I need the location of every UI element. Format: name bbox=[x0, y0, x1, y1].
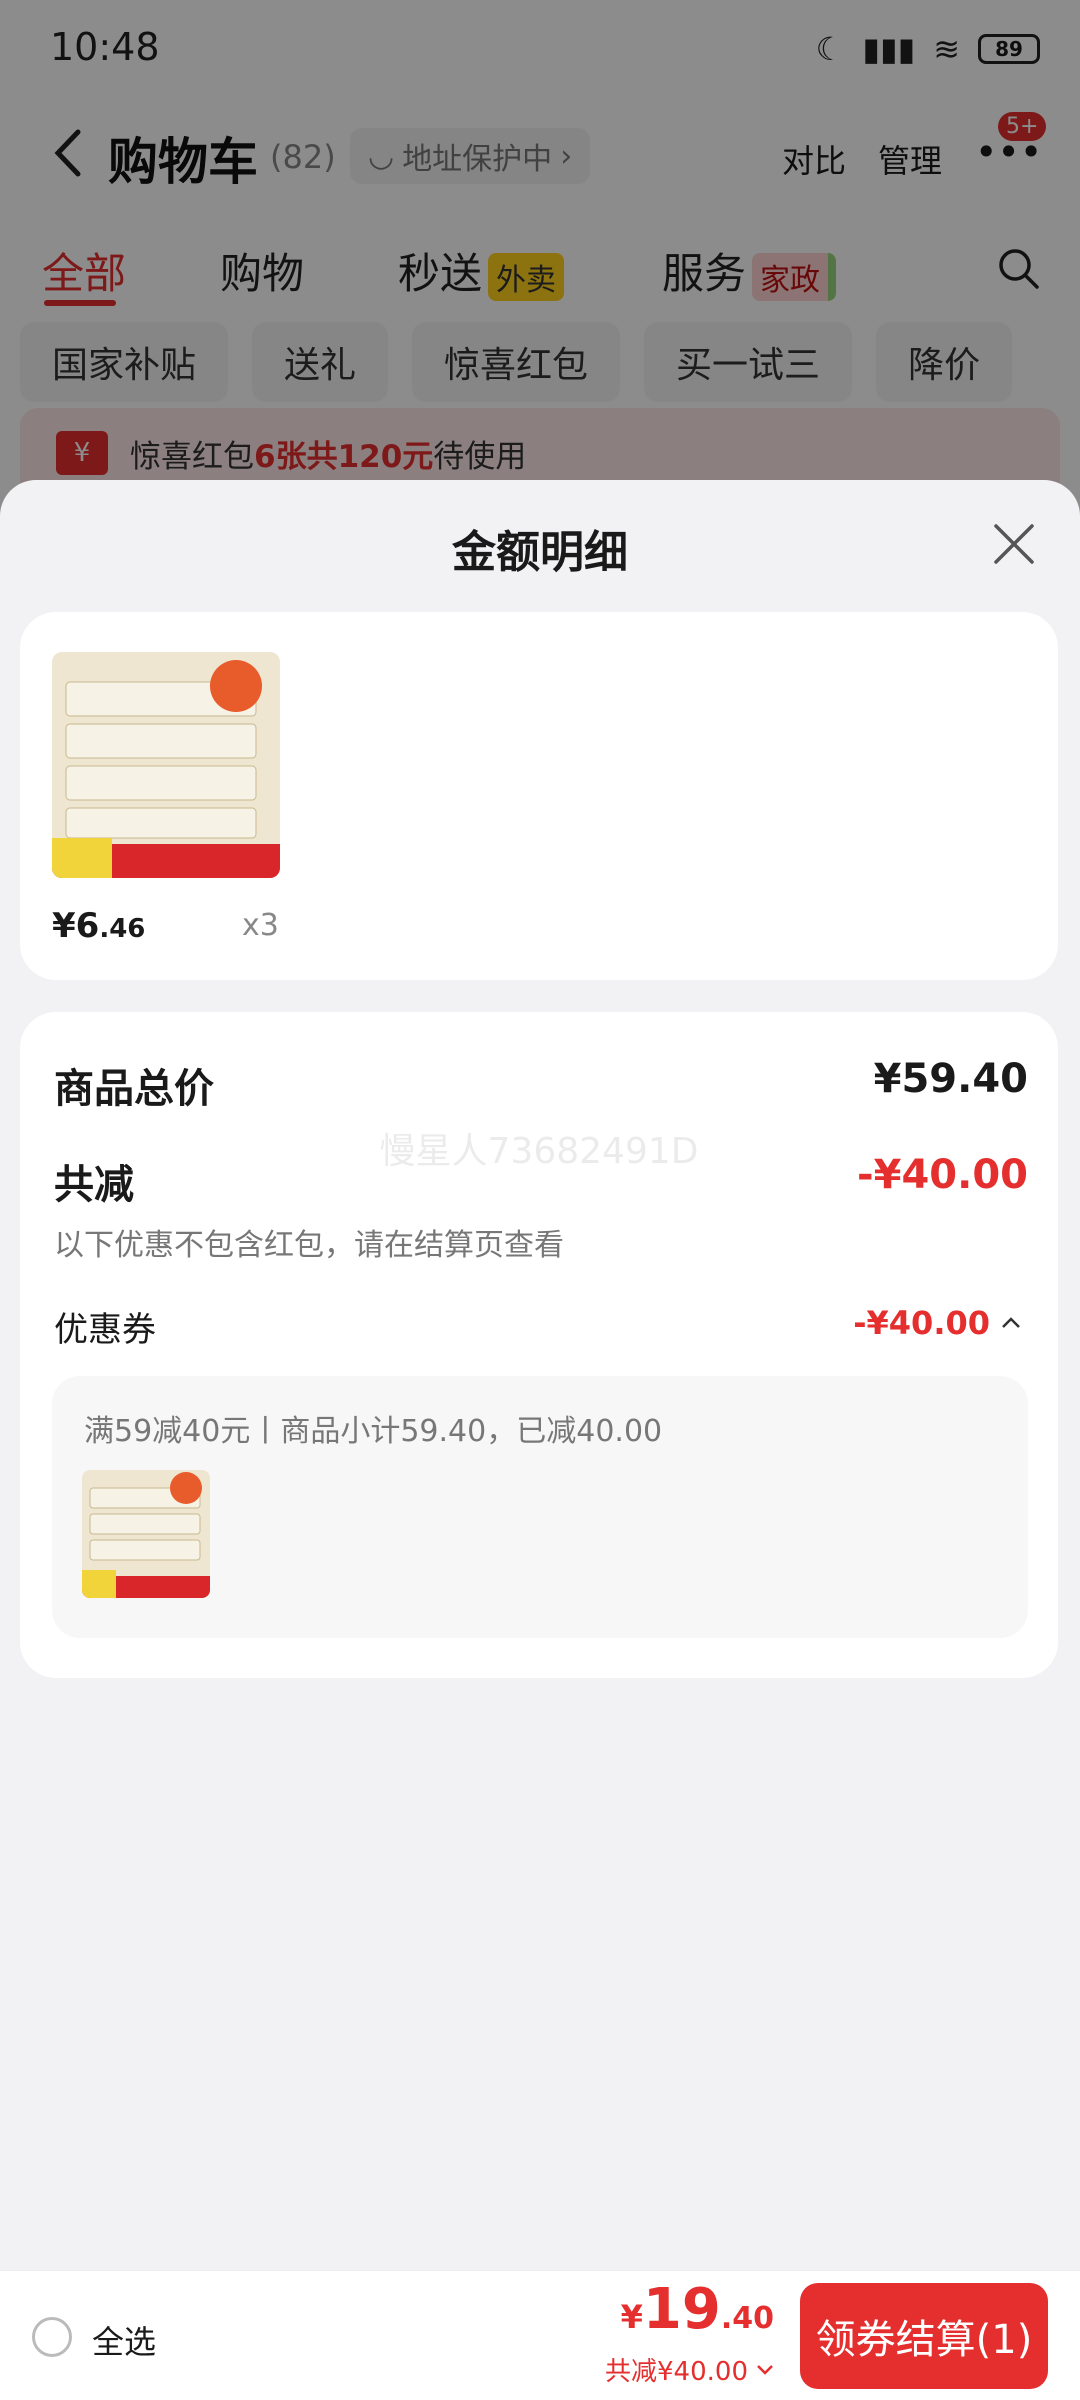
total-value: ¥59.40 bbox=[873, 1056, 1028, 1102]
product-image[interactable] bbox=[52, 652, 280, 878]
coupon-detail: 满59减40元丨商品小计59.40，已减40.00 bbox=[52, 1376, 1028, 1638]
discount-label: 共减 bbox=[54, 1162, 134, 1208]
item-quantity: x3 bbox=[242, 908, 279, 943]
total-price: ¥19.40 bbox=[620, 2277, 774, 2342]
select-all-radio[interactable] bbox=[32, 2317, 72, 2357]
select-all-label[interactable]: 全选 bbox=[92, 2317, 156, 2363]
amount-card: 慢星人73682491D 商品总价 ¥59.40 共减 -¥40.00 以下优惠… bbox=[20, 1012, 1058, 1678]
item-price: ¥6.46 bbox=[52, 906, 146, 946]
coupon-label: 优惠券 bbox=[54, 1310, 156, 1350]
close-icon[interactable] bbox=[990, 520, 1038, 568]
checkout-button[interactable]: 领券结算(1) bbox=[800, 2283, 1048, 2389]
coupon-toggle[interactable]: -¥40.00 bbox=[853, 1304, 1022, 1342]
sheet-title: 金额明细 bbox=[452, 527, 628, 578]
amount-detail-sheet: 金额明细 ¥6.46 x3 慢星人73682491D 商品总价 ¥59.40 共… bbox=[0, 480, 1080, 2400]
discount-note: 以下优惠不包含红包，请在结算页查看 bbox=[54, 1228, 564, 1263]
coupon-product-image[interactable] bbox=[82, 1470, 210, 1598]
coupon-detail-text: 满59减40元丨商品小计59.40，已减40.00 bbox=[84, 1414, 663, 1449]
saved-amount[interactable]: 共减¥40.00 bbox=[605, 2351, 774, 2388]
coupon-value: -¥40.00 bbox=[853, 1304, 990, 1342]
chevron-down-icon bbox=[757, 2364, 773, 2375]
product-card: ¥6.46 x3 bbox=[20, 612, 1058, 980]
chevron-up-icon bbox=[1002, 1317, 1020, 1328]
discount-value: -¥40.00 bbox=[857, 1152, 1028, 1198]
total-label: 商品总价 bbox=[54, 1066, 214, 1112]
checkout-bar: 全选 ¥19.40 共减¥40.00 领券结算(1) bbox=[0, 2270, 1080, 2400]
